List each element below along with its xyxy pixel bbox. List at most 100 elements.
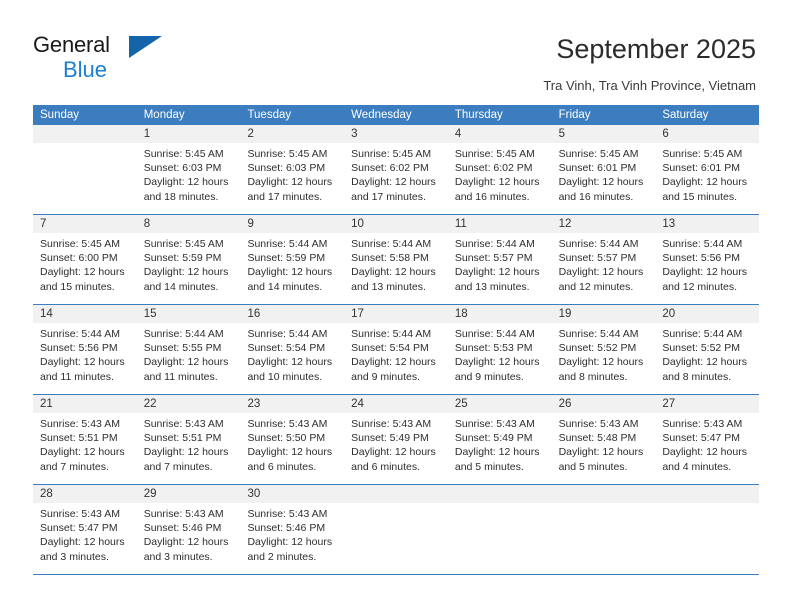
sunrise-text: Sunrise: 5:44 AM [662,238,743,250]
daylight-text-line2: and 2 minutes. [247,550,317,563]
calendar-day-cell[interactable]: 28 Sunrise: 5:43 AM Sunset: 5:47 PM Dayligh… [33,485,137,574]
calendar-day-cell[interactable]: 15 Sunrise: 5:44 AM Sunset: 5:55 PM Dayligh… [136,305,241,394]
calendar-day-cell[interactable]: 27 Sunrise: 5:43 AM Sunset: 5:47 PM Dayligh… [655,395,760,484]
calendar-day-cell[interactable]: 7 Sunrise: 5:45 AM Sunset: 6:00 PM Daylight… [33,215,137,304]
calendar-day-cell[interactable]: 4 Sunrise: 5:45 AM Sunset: 6:02 PM Daylight… [447,125,552,214]
page-title: September 2025 [556,34,756,64]
calendar-day-cell[interactable]: 16 Sunrise: 5:44 AM Sunset: 5:54 PM Dayligh… [240,305,345,394]
day-details: Sunrise: 5:43 AM Sunset: 5:49 PM Daylight:… [448,413,552,474]
calendar-day-cell[interactable]: 21 Sunrise: 5:43 AM Sunset: 5:51 PM Dayligh… [33,395,137,484]
weekday-header-friday: Friday [558,109,591,121]
calendar-day-cell[interactable]: 2 Sunrise: 5:45 AM Sunset: 6:03 PM Daylight… [240,125,345,214]
calendar-week-row: 1 Sunrise: 5:45 AM Sunset: 6:03 PM Daylight… [33,125,760,214]
calendar-week-row: 7 Sunrise: 5:45 AM Sunset: 6:00 PM Daylight… [33,214,760,304]
general-blue-logo[interactable]: General Blue [33,32,213,84]
calendar-day-cell[interactable]: 18 Sunrise: 5:44 AM Sunset: 5:53 PM Dayligh… [447,305,552,394]
sunrise-text: Sunrise: 5:44 AM [558,328,639,340]
daylight-text-line1: Daylight: 12 hours [558,266,644,279]
sunset-text: Sunset: 5:49 PM [351,432,429,445]
daylight-text-line1: Daylight: 12 hours [558,446,644,459]
calendar-day-cell[interactable]: 25 Sunrise: 5:43 AM Sunset: 5:49 PM Dayligh… [447,395,552,484]
calendar-day-cell[interactable]: 8 Sunrise: 5:45 AM Sunset: 5:59 PM Daylight… [136,215,241,304]
day-details: Sunrise: 5:45 AM Sunset: 6:00 PM Daylight:… [33,233,137,294]
calendar-day-cell-empty [655,485,760,574]
day-details: Sunrise: 5:45 AM Sunset: 6:02 PM Daylight:… [448,143,552,204]
calendar-day-cell[interactable]: 12 Sunrise: 5:44 AM Sunset: 5:57 PM Dayligh… [551,215,656,304]
daylight-text-line1: Daylight: 12 hours [40,266,125,279]
sunset-text: Sunset: 6:01 PM [662,162,740,175]
daylight-text-line1: Daylight: 12 hours [662,176,747,189]
day-number: 23 [240,395,345,413]
day-number [655,485,760,503]
day-number: 20 [655,305,760,323]
calendar-day-cell[interactable]: 14 Sunrise: 5:44 AM Sunset: 5:56 PM Dayligh… [33,305,137,394]
day-details: Sunrise: 5:44 AM Sunset: 5:57 PM Daylight:… [552,233,656,294]
sunset-text: Sunset: 5:54 PM [247,342,326,355]
daylight-text-line2: and 13 minutes. [454,280,530,293]
day-details: Sunrise: 5:44 AM Sunset: 5:58 PM Daylight:… [344,233,448,294]
day-number: 29 [136,485,241,503]
day-number: 1 [136,125,241,143]
daylight-text-line1: Daylight: 12 hours [247,266,333,279]
day-details: Sunrise: 5:44 AM Sunset: 5:52 PM Daylight:… [552,323,656,384]
day-number [447,485,552,503]
daylight-text-line2: and 16 minutes. [454,190,530,203]
calendar-day-cell[interactable]: 3 Sunrise: 5:45 AM Sunset: 6:02 PM Daylight… [344,125,448,214]
sunrise-text: Sunrise: 5:44 AM [247,328,328,340]
day-number: 19 [551,305,656,323]
calendar-day-cell[interactable]: 11 Sunrise: 5:44 AM Sunset: 5:57 PM Dayligh… [447,215,552,304]
calendar-page: General Blue September 2025 Tra Vinh, Tr… [0,0,792,612]
calendar-day-cell[interactable]: 17 Sunrise: 5:44 AM Sunset: 5:54 PM Dayligh… [344,305,448,394]
day-number: 28 [33,485,137,503]
day-number: 14 [33,305,137,323]
day-details: Sunrise: 5:44 AM Sunset: 5:57 PM Daylight:… [448,233,552,294]
daylight-text-line1: Daylight: 12 hours [247,176,333,189]
day-details: Sunrise: 5:43 AM Sunset: 5:46 PM Daylight:… [137,503,241,564]
calendar-day-cell[interactable]: 26 Sunrise: 5:43 AM Sunset: 5:48 PM Dayligh… [551,395,656,484]
daylight-text-line2: and 14 minutes. [247,280,323,293]
calendar-day-cell[interactable]: 1 Sunrise: 5:45 AM Sunset: 6:03 PM Daylight… [136,125,241,214]
day-details: Sunrise: 5:45 AM Sunset: 6:03 PM Daylight:… [240,143,344,204]
day-number: 16 [240,305,345,323]
calendar-day-cell[interactable]: 23 Sunrise: 5:43 AM Sunset: 5:50 PM Dayligh… [240,395,345,484]
calendar-day-cell[interactable]: 19 Sunrise: 5:44 AM Sunset: 5:52 PM Dayligh… [551,305,656,394]
logo-text-blue: Blue [63,57,108,82]
calendar-weeks: 1 Sunrise: 5:45 AM Sunset: 6:03 PM Daylight… [33,125,760,574]
logo-text-general: General [33,32,110,57]
calendar-day-cell[interactable]: 22 Sunrise: 5:43 AM Sunset: 5:51 PM Dayligh… [136,395,241,484]
day-details: Sunrise: 5:43 AM Sunset: 5:46 PM Daylight:… [240,503,344,564]
calendar-day-cell[interactable]: 9 Sunrise: 5:44 AM Sunset: 5:59 PM Daylight… [240,215,345,304]
day-number: 21 [33,395,137,413]
daylight-text-line2: and 12 minutes. [558,280,634,293]
day-details: Sunrise: 5:45 AM Sunset: 6:01 PM Daylight:… [552,143,656,204]
daylight-text-line2: and 7 minutes. [143,460,213,473]
sunset-text: Sunset: 5:53 PM [454,342,533,355]
weekday-header-row: Sunday Monday Tuesday Wednesday Thursday… [33,105,759,125]
sunrise-text: Sunrise: 5:43 AM [247,508,328,520]
calendar-day-cell[interactable]: 6 Sunrise: 5:45 AM Sunset: 6:01 PM Daylight… [655,125,760,214]
calendar-day-cell[interactable]: 24 Sunrise: 5:43 AM Sunset: 5:49 PM Dayligh… [344,395,448,484]
daylight-text-line1: Daylight: 12 hours [247,536,333,549]
sunrise-text: Sunrise: 5:44 AM [40,328,120,340]
day-details: Sunrise: 5:44 AM Sunset: 5:59 PM Daylight:… [240,233,344,294]
day-number: 24 [344,395,448,413]
calendar-bottom-rule [33,574,759,575]
calendar-day-cell[interactable]: 10 Sunrise: 5:44 AM Sunset: 5:58 PM Dayligh… [344,215,448,304]
daylight-text-line2: and 9 minutes. [454,370,524,383]
calendar-day-cell[interactable]: 20 Sunrise: 5:44 AM Sunset: 5:52 PM Dayligh… [655,305,760,394]
sunset-text: Sunset: 5:56 PM [662,252,740,265]
day-number: 25 [447,395,552,413]
sunset-text: Sunset: 5:47 PM [662,432,740,445]
day-details [655,503,759,507]
sunset-text: Sunset: 5:51 PM [143,432,222,445]
day-number: 30 [240,485,345,503]
page-header: General Blue September 2025 Tra Vinh, Tr… [0,0,792,104]
daylight-text-line2: and 9 minutes. [351,370,421,383]
weekday-header-thursday: Thursday [454,109,503,121]
day-number: 17 [344,305,448,323]
calendar-day-cell[interactable]: 13 Sunrise: 5:44 AM Sunset: 5:56 PM Dayligh… [655,215,760,304]
calendar-day-cell[interactable]: 5 Sunrise: 5:45 AM Sunset: 6:01 PM Daylight… [551,125,656,214]
calendar-day-cell[interactable]: 30 Sunrise: 5:43 AM Sunset: 5:46 PM Dayligh… [240,485,345,574]
calendar-day-cell[interactable]: 29 Sunrise: 5:43 AM Sunset: 5:46 PM Dayligh… [136,485,241,574]
sunrise-text: Sunrise: 5:44 AM [143,328,224,340]
